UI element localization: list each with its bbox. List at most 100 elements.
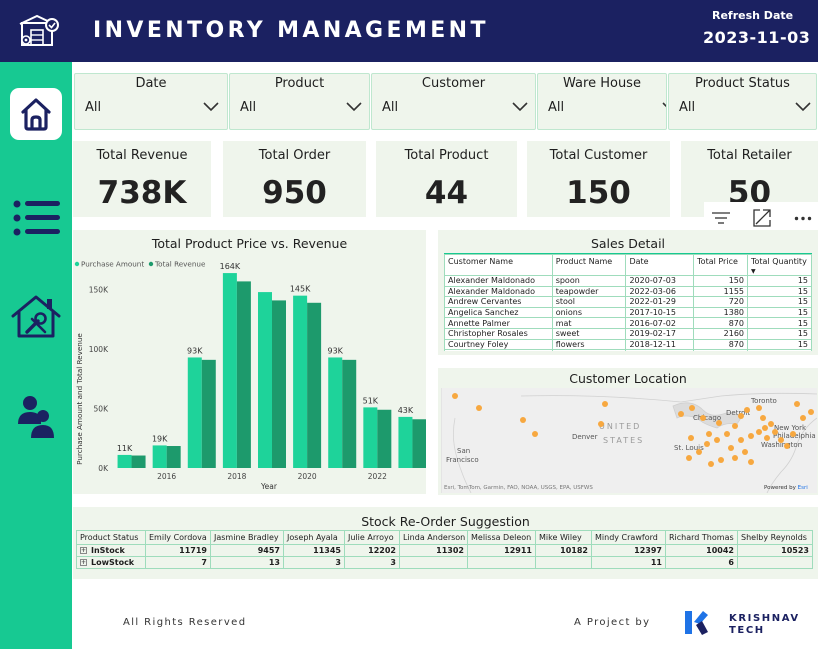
column-header[interactable]: Joseph Ayala (283, 530, 345, 545)
expand-icon[interactable]: + (80, 559, 87, 566)
column-header[interactable]: Melissa Deleon (467, 530, 536, 545)
table-row[interactable]: Annette Palmer mat 2016-07-02 870 15 (444, 317, 812, 329)
customer-location-point[interactable] (718, 457, 724, 463)
customer-location-point[interactable] (738, 437, 744, 443)
customer-location-point[interactable] (794, 401, 800, 407)
sidebar (0, 62, 72, 649)
column-header[interactable]: Julie Arroyo (344, 530, 400, 545)
customer-location-point[interactable] (808, 409, 814, 415)
customer-location-point[interactable] (762, 425, 768, 431)
column-header[interactable]: Customer Name (444, 254, 553, 276)
customer-location-point[interactable] (704, 441, 710, 447)
filter-label: Product Status (695, 76, 790, 91)
matrix-row[interactable]: + LowStock 7 13 3 3 11 6 (76, 556, 813, 569)
table-row[interactable]: Alexander Maldonado teapowder 2022-03-06 11… (444, 285, 812, 298)
customer-location-point[interactable] (800, 415, 806, 421)
list-icon[interactable] (12, 198, 62, 238)
customer-location-map[interactable]: UNITED STATES Chicago Detroit Toronto De… (441, 388, 817, 493)
customer-location-point[interactable] (700, 415, 706, 421)
customer-location-point[interactable] (598, 421, 604, 427)
customer-location-point[interactable] (696, 449, 702, 455)
house-tools-icon[interactable] (10, 294, 62, 340)
column-header[interactable]: Linda Anderson (399, 530, 468, 545)
customer-location-point[interactable] (532, 431, 538, 437)
filter-warehouse[interactable]: Ware House All (537, 73, 667, 130)
customer-location-point[interactable] (784, 443, 790, 449)
customer-location-point[interactable] (686, 455, 692, 461)
table-row[interactable]: Courtney Foley flowers 2018-12-11 870 15 (444, 338, 812, 351)
esri-link[interactable]: Esri (798, 485, 809, 491)
customer-location-point[interactable] (724, 431, 730, 437)
column-header[interactable]: Mindy Crawford (591, 530, 666, 545)
x-tick-label: 2020 (298, 472, 317, 481)
customer-location-point[interactable] (748, 433, 754, 439)
table-row[interactable]: Angelica Sanchez onions 2017-10-15 1380 15 (444, 306, 812, 319)
column-header[interactable]: Product Name (551, 254, 627, 276)
table-cell: Alexander Maldonado (444, 275, 553, 287)
column-header[interactable]: Shelby Reynolds (737, 530, 813, 545)
customer-location-point[interactable] (790, 431, 796, 437)
customer-location-point[interactable] (732, 423, 738, 429)
map-label: Francisco (446, 456, 479, 464)
filter-value: All (85, 100, 102, 115)
customer-location-point[interactable] (756, 429, 762, 435)
customer-location-point[interactable] (772, 429, 778, 435)
customer-location-point[interactable] (689, 405, 695, 411)
filter-product[interactable]: Product All (229, 73, 370, 130)
kpi-label: Total Order (258, 148, 331, 163)
customer-location-point[interactable] (732, 455, 738, 461)
customer-location-point[interactable] (756, 405, 762, 411)
customer-location-point[interactable] (768, 421, 774, 427)
customer-location-point[interactable] (602, 401, 608, 407)
customer-location-point[interactable] (708, 461, 714, 467)
column-header[interactable]: Jasmine Bradley (210, 530, 284, 545)
column-header[interactable]: Emily Cordova (145, 530, 211, 545)
customer-location-point[interactable] (742, 449, 748, 455)
table-row[interactable]: Alexander Maldonado spoon 2020-07-03 150 15 (444, 275, 812, 287)
matrix-row[interactable]: + InStock 11719 9457 11345 12202 11302 12911 101… (76, 544, 813, 557)
more-options-icon[interactable] (794, 216, 812, 221)
column-header-sorted[interactable]: Total Quantity ▼ (747, 254, 812, 276)
row-header[interactable]: + InStock (76, 544, 146, 557)
table-row[interactable]: Dakota Williamsbread2019-08-0831515 (444, 349, 812, 351)
customer-location-point[interactable] (764, 435, 770, 441)
stock-reorder-matrix[interactable]: Product Status Emily Cordova Jasmine Bradl… (76, 530, 813, 569)
customer-location-point[interactable] (476, 405, 482, 411)
nav-home-button[interactable] (10, 88, 62, 140)
column-header[interactable]: Richard Thomas (665, 530, 738, 545)
filter-product-status[interactable]: Product Status All (668, 73, 817, 130)
column-header[interactable]: Date (625, 254, 695, 276)
expand-icon[interactable]: + (80, 547, 87, 554)
customer-location-point[interactable] (716, 420, 722, 426)
bar (398, 416, 413, 468)
table-cell: 2016-07-02 (625, 317, 695, 329)
customer-location-point[interactable] (452, 393, 458, 399)
customer-location-point[interactable] (744, 407, 750, 413)
bar (236, 281, 251, 468)
customer-location-point[interactable] (778, 437, 784, 443)
table-cell: Annette Palmer (444, 317, 553, 329)
filter-date[interactable]: Date All (74, 73, 228, 130)
customer-location-point[interactable] (706, 431, 712, 437)
users-icon[interactable] (17, 394, 55, 438)
customer-location-point[interactable] (748, 459, 754, 465)
column-header[interactable]: Mike Wiley (535, 530, 592, 545)
customer-location-point[interactable] (760, 415, 766, 421)
customer-location-point[interactable] (520, 417, 526, 423)
column-header[interactable]: Product Status (76, 530, 146, 545)
filter-customer[interactable]: Customer All (371, 73, 536, 130)
customer-location-point[interactable] (728, 445, 734, 451)
customer-location-point[interactable] (714, 437, 720, 443)
column-header[interactable]: Total Price (693, 254, 748, 276)
sales-detail-table[interactable]: Customer Name Product Name Date Total Pr… (444, 253, 812, 351)
customer-location-point[interactable] (678, 411, 684, 417)
filter-icon[interactable] (711, 210, 731, 226)
map-canvas[interactable]: UNITED STATES Chicago Detroit Toronto De… (441, 388, 817, 493)
customer-location-point[interactable] (688, 435, 694, 441)
data-label: 145K (290, 285, 311, 294)
customer-location-point[interactable] (738, 413, 744, 419)
focus-mode-icon[interactable] (752, 208, 772, 228)
table-row[interactable]: Christopher Rosales sweet 2019-02-17 2160 15 (444, 327, 812, 340)
row-header[interactable]: + LowStock (76, 556, 146, 569)
table-row[interactable]: Andrew Cervantes stool 2022-01-29 720 15 (444, 296, 812, 308)
